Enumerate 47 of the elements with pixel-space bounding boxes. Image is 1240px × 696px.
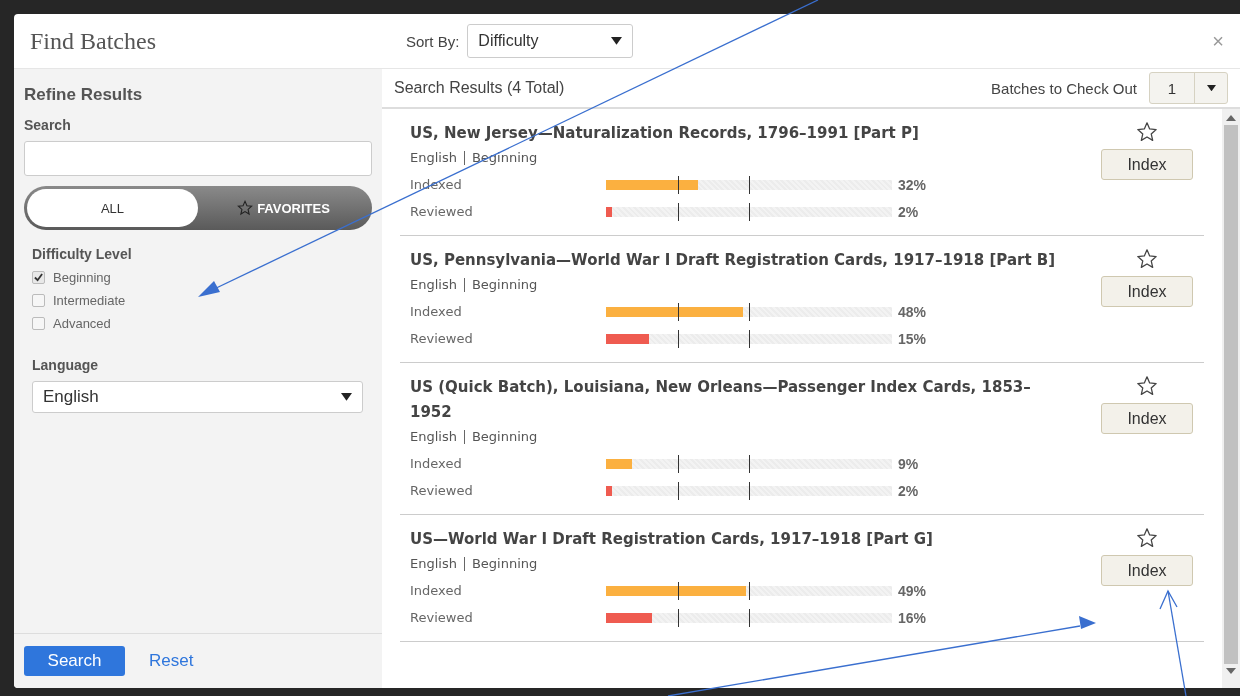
batch-title: US—World War I Draft Registration Cards, 1917–1918 [Part G] <box>410 529 934 550</box>
progress-label: Reviewed <box>410 483 474 498</box>
index-button[interactable]: Index <box>1101 555 1193 586</box>
checkout-label: Batches to Check Out <box>991 79 1137 97</box>
progress-label: Indexed <box>410 583 463 598</box>
filter-tab[interactable]: ALL <box>27 189 198 227</box>
progress-percent: 9% <box>898 455 919 472</box>
language-heading: Language <box>32 357 100 373</box>
batch-language: English <box>410 277 457 292</box>
batch-language: English <box>410 150 457 165</box>
progress-label: Indexed <box>410 456 463 471</box>
sort-dropdown[interactable]: Difficulty <box>467 24 634 58</box>
progress-percent: 49% <box>898 582 927 599</box>
search-label: Search <box>24 117 72 133</box>
language-dropdown[interactable]: English <box>32 381 363 413</box>
checkout-count-dropdown[interactable]: 1 <box>1149 72 1228 104</box>
progress-label: Indexed <box>410 304 463 319</box>
progress-percent: 16% <box>898 609 927 626</box>
checkbox-label: Advanced <box>53 316 111 331</box>
results-summary: Search Results (4 Total) <box>394 79 565 97</box>
progress-label: Reviewed <box>410 204 474 219</box>
difficulty-heading: Difficulty Level <box>32 246 133 262</box>
progress-percent: 2% <box>898 203 919 220</box>
search-button[interactable]: Search <box>24 646 125 676</box>
batch-difficulty: Beginning <box>471 556 538 571</box>
checkbox-label: Beginning <box>53 270 111 285</box>
progress-percent: 48% <box>898 303 927 320</box>
batch-difficulty: Beginning <box>471 277 538 292</box>
batch-difficulty: Beginning <box>471 429 538 444</box>
batch-language: English <box>410 429 457 444</box>
index-button[interactable]: Index <box>1101 403 1193 434</box>
index-button[interactable]: Index <box>1101 149 1193 180</box>
progress-percent: 15% <box>898 330 927 347</box>
filter-tab[interactable]: FAVORITES <box>198 189 369 227</box>
progress-percent: 2% <box>898 482 919 499</box>
progress-label: Reviewed <box>410 610 474 625</box>
batch-language: English <box>410 556 457 571</box>
batch-title: US (Quick Batch), Louisiana, New Orleans—Passenger Index Cards, 1853–1952 <box>410 377 1032 423</box>
progress-percent: 32% <box>898 176 927 193</box>
checkbox-label: Intermediate <box>53 293 126 308</box>
sidebar-heading: Refine Results <box>24 85 144 105</box>
batch-title: US, Pennsylvania—World War I Draft Registration Cards, 1917–1918 [Part B] <box>410 250 1057 271</box>
progress-label: Reviewed <box>410 331 474 346</box>
reset-link[interactable]: Reset <box>149 651 194 671</box>
sort-label: Sort By: <box>406 32 460 50</box>
index-button[interactable]: Index <box>1101 276 1193 307</box>
dialog-title: Find Batches <box>29 27 157 55</box>
